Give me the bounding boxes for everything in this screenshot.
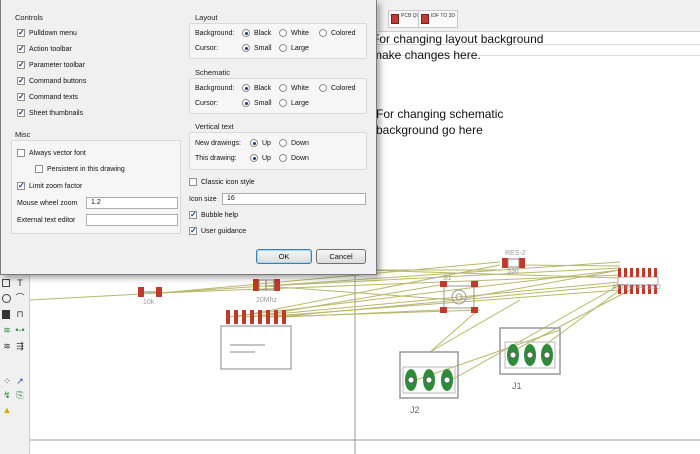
resistor-330 <box>502 258 525 268</box>
external-text-editor-label: External text editor <box>17 217 76 224</box>
resistor-10k <box>138 287 162 297</box>
autoroute-tool-icon[interactable]: ↯ <box>2 390 12 400</box>
label-20mhz: 20Mhz <box>256 297 278 304</box>
ratsnest-tool-icon[interactable]: ⇶ <box>15 341 25 351</box>
this-drawing-label: This drawing: <box>195 155 237 162</box>
icon-size-label: Icon size <box>189 196 217 203</box>
connector-j1 <box>499 327 561 375</box>
layout-cursor-label: Cursor: <box>195 45 218 52</box>
route-tool-icon[interactable]: ≋ <box>2 341 12 351</box>
circle-tool-icon[interactable] <box>2 294 11 303</box>
ok-button[interactable]: OK <box>256 249 312 264</box>
misc-title: Misc <box>15 130 31 139</box>
label-j2: J2 <box>410 405 420 415</box>
controls-title: Controls <box>15 13 43 22</box>
optimize-tool-icon[interactable]: ⎘ <box>15 390 25 400</box>
polygon-tool-icon[interactable] <box>2 310 10 319</box>
text-tool-icon[interactable]: T <box>15 278 25 288</box>
schematic-annotation: For changing schematic background go her… <box>376 107 504 137</box>
layer-tool-icon[interactable]: ≋ <box>2 325 12 335</box>
schematic-title: Schematic <box>195 68 231 77</box>
airwires <box>29 261 631 383</box>
layout-background-label: Background: <box>195 30 235 37</box>
user-interface-dialog: Controls Pulldown menu Action toolbar Pa… <box>0 0 377 275</box>
arc-tool-icon[interactable]: ⌒ <box>15 293 25 303</box>
label-10k: 10k <box>143 299 155 306</box>
label-s1: S1 <box>443 275 452 282</box>
cancel-button[interactable]: Cancel <box>316 249 366 264</box>
mouse-wheel-zoom-input[interactable]: 1.2 <box>86 197 178 209</box>
connector-header <box>220 310 292 370</box>
warning-icon[interactable]: ▲ <box>2 405 12 415</box>
hole-tool-icon[interactable]: ⊓ <box>15 309 25 319</box>
rect-tool-icon[interactable] <box>2 279 10 287</box>
crystal-20mhz <box>253 279 280 291</box>
schematic-cursor-label: Cursor: <box>195 100 218 107</box>
connector-j2 <box>399 351 459 399</box>
label-res2: RES-2 <box>505 250 526 257</box>
layout-title: Layout <box>195 13 218 22</box>
wire-tool-icon[interactable]: •-• <box>15 325 25 335</box>
icon-size-input[interactable]: 16 <box>222 193 366 205</box>
errc-tool-icon[interactable]: ↗ <box>15 376 25 386</box>
new-drawings-label: New drawings: <box>195 140 241 147</box>
drc-tool-icon[interactable]: ⁘ <box>2 376 12 386</box>
schematic-background-label: Background: <box>195 85 235 92</box>
label-j1: J1 <box>512 381 522 391</box>
command-toolbar: T ⌒ ⊓ ≋ •-• ≋ ⇶ ⁘ ↗ ↯ ⎘ ▲ <box>0 272 30 454</box>
external-text-editor-input[interactable] <box>86 214 178 226</box>
label-attiny: ATTINY44-SSU <box>612 284 661 291</box>
mouse-wheel-zoom-label: Mouse wheel zoom <box>17 200 78 207</box>
vertical-text-title: Vertical text <box>195 122 234 131</box>
label-330: 330 <box>507 268 519 275</box>
layout-annotation: For changing layout background make chan… <box>372 32 544 62</box>
